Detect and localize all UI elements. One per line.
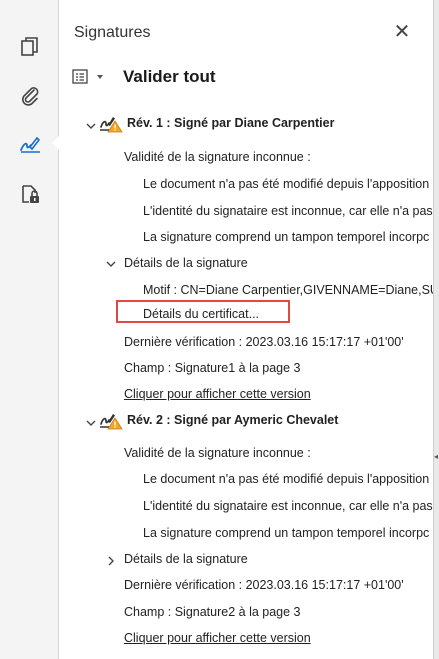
revision-2-validity: Validité de la signature inconnue : — [124, 446, 311, 460]
revision-2-signature-details[interactable]: Détails de la signature — [124, 552, 248, 566]
signatures-panel: Signatures ✕ Valider tout Rév. 1 : Signé… — [59, 0, 433, 659]
collapse-arrow-icon[interactable]: ◂ — [434, 452, 438, 461]
revision-2-detail-timestamp: La signature comprend un tampon temporel… — [143, 526, 430, 540]
panel-resize-border[interactable] — [433, 0, 439, 659]
options-menu-icon — [72, 69, 103, 84]
revision-2-last-check: Dernière vérification : 2023.03.16 15:17… — [124, 578, 404, 592]
revision-1-validity: Validité de la signature inconnue : — [124, 150, 311, 164]
revision-1-field: Champ : Signature1 à la page 3 — [124, 361, 301, 375]
revision-1-view-version-link[interactable]: Cliquer pour afficher cette version — [124, 387, 311, 401]
panel-title: Signatures — [74, 24, 151, 41]
revision-2-detail-unmodified: Le document n'a pas été modifié depuis l… — [143, 472, 430, 486]
signature-warning-icon — [99, 113, 123, 133]
revision-1-detail-unmodified: Le document n'a pas été modifié depuis l… — [143, 177, 430, 191]
chevron-down-icon[interactable] — [85, 417, 97, 429]
revision-1-title[interactable]: Rév. 1 : Signé par Diane Carpentier — [127, 116, 334, 130]
revision-2-detail-identity: L'identité du signataire est inconnue, c… — [143, 499, 433, 513]
certificate-details-highlight — [116, 300, 290, 323]
close-icon[interactable]: ✕ — [394, 21, 411, 43]
pages-icon[interactable] — [19, 36, 41, 58]
signature-warning-icon — [99, 410, 123, 430]
revision-1-reason: Motif : CN=Diane Carpentier,GIVENNAME=Di… — [143, 283, 433, 297]
revision-1-signature-details[interactable]: Détails de la signature — [124, 256, 248, 270]
active-indicator — [52, 136, 59, 150]
close-panel-button[interactable]: ✕ — [392, 22, 412, 42]
revision-2-field: Champ : Signature2 à la page 3 — [124, 605, 301, 619]
revision-2-title[interactable]: Rév. 2 : Signé par Aymeric Chevalet — [127, 413, 338, 427]
attachment-icon[interactable] — [19, 84, 41, 106]
validate-all-button[interactable]: Valider tout — [123, 67, 216, 87]
signature-options-button[interactable] — [72, 68, 106, 86]
chevron-down-icon[interactable] — [105, 258, 117, 270]
revision-1-last-check: Dernière vérification : 2023.03.16 15:17… — [124, 335, 404, 349]
left-tool-rail — [0, 0, 59, 659]
chevron-right-icon[interactable] — [105, 555, 117, 567]
document-security-icon[interactable] — [19, 183, 41, 205]
revision-2-view-version-link[interactable]: Cliquer pour afficher cette version — [124, 631, 311, 645]
signature-icon[interactable] — [19, 133, 41, 155]
revision-1-detail-identity: L'identité du signataire est inconnue, c… — [143, 204, 433, 218]
chevron-down-icon[interactable] — [85, 120, 97, 132]
revision-1-detail-timestamp: La signature comprend un tampon temporel… — [143, 230, 430, 244]
